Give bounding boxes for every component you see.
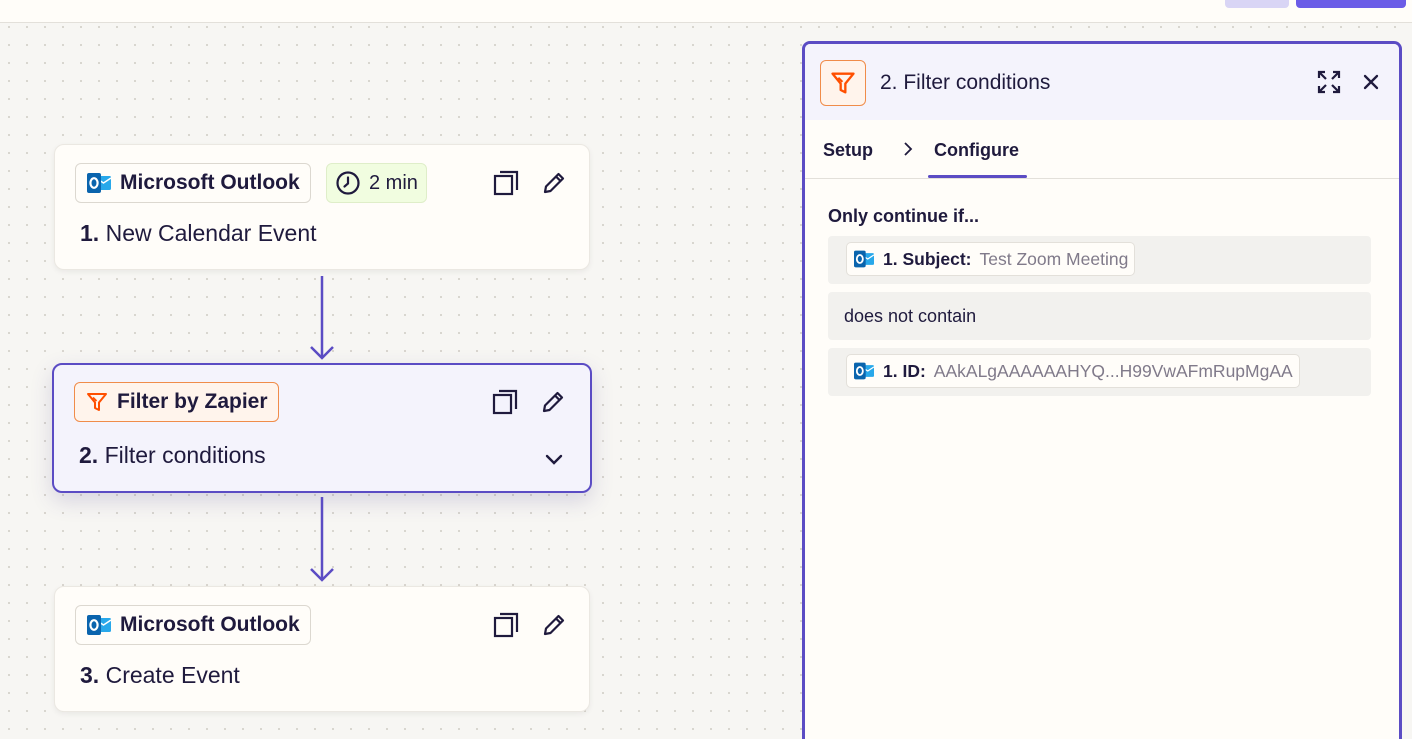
filter-icon xyxy=(831,72,855,94)
app-pill: Microsoft Outlook xyxy=(75,605,311,645)
edit-button[interactable] xyxy=(538,609,570,641)
chevron-right-icon xyxy=(904,142,913,156)
step-title: 1. New Calendar Event xyxy=(80,220,317,246)
connector-arrow xyxy=(310,276,334,360)
duplicate-button[interactable] xyxy=(490,167,522,199)
toolbar-button[interactable] xyxy=(1225,0,1289,8)
copy-icon xyxy=(493,612,519,638)
duplicate-button[interactable] xyxy=(490,609,522,641)
publish-button[interactable] xyxy=(1296,0,1406,8)
close-icon xyxy=(1363,74,1379,90)
condition-field-input[interactable]: 1. Subject: Test Zoom Meeting xyxy=(828,236,1371,284)
panel-app-icon xyxy=(820,60,866,106)
tab-configure[interactable]: Configure xyxy=(934,140,1019,161)
field-label: 1. Subject: xyxy=(883,248,972,269)
condition-value-input[interactable]: 1. ID: AAkALgAAAAAAHYQ...H99VwAFmRupMgAA xyxy=(828,348,1371,396)
step-card-2[interactable]: Filter by Zapier 2. Filter conditions xyxy=(52,363,592,493)
edit-button[interactable] xyxy=(538,167,570,199)
delay-text: 2 min xyxy=(369,171,418,194)
panel-title: 2. Filter conditions xyxy=(880,71,1051,94)
expand-panel-button[interactable] xyxy=(1313,66,1345,98)
copy-icon xyxy=(493,170,519,196)
duplicate-button[interactable] xyxy=(489,386,521,418)
step-detail-panel: 2. Filter conditions Setup Configure Onl… xyxy=(802,41,1402,739)
condition-heading: Only continue if... xyxy=(828,206,980,226)
step-card-3[interactable]: Microsoft Outlook 3. Create Event xyxy=(54,586,590,712)
chevron-down-icon xyxy=(545,454,563,465)
clock-icon xyxy=(336,171,360,195)
pencil-icon xyxy=(543,172,565,194)
filter-icon xyxy=(87,393,107,411)
outlook-icon xyxy=(87,173,112,193)
edit-button[interactable] xyxy=(537,386,569,418)
delay-badge: 2 min xyxy=(326,163,427,203)
active-tab-indicator xyxy=(928,175,1027,178)
field-token: 1. Subject: Test Zoom Meeting xyxy=(846,242,1136,276)
pencil-icon xyxy=(543,614,565,636)
condition-operator-select[interactable]: does not contain xyxy=(828,292,1371,340)
expand-icon xyxy=(1317,70,1341,94)
tab-setup[interactable]: Setup xyxy=(823,140,873,161)
value-text: AAkALgAAAAAAHYQ...H99VwAFmRupMgAA xyxy=(933,360,1293,381)
field-value: Test Zoom Meeting xyxy=(979,248,1129,269)
panel-header: 2. Filter conditions xyxy=(805,44,1399,120)
app-pill: Microsoft Outlook xyxy=(75,163,311,203)
close-panel-button[interactable] xyxy=(1355,66,1387,98)
panel-tabs: Setup Configure xyxy=(805,120,1399,179)
expand-button[interactable] xyxy=(540,445,568,473)
pencil-icon xyxy=(542,391,564,413)
connector-arrow xyxy=(310,497,334,582)
step-title: 2. Filter conditions xyxy=(79,442,266,468)
outlook-icon xyxy=(87,615,112,635)
step-card-1[interactable]: Microsoft Outlook 2 min 1. New Calendar … xyxy=(54,144,590,270)
outlook-icon xyxy=(854,362,875,380)
outlook-icon xyxy=(854,250,875,268)
top-bar xyxy=(0,0,1412,23)
app-name: Microsoft Outlook xyxy=(120,171,300,194)
copy-icon xyxy=(492,389,518,415)
app-pill: Filter by Zapier xyxy=(74,382,279,422)
step-title: 3. Create Event xyxy=(80,662,240,688)
value-label: 1. ID: xyxy=(883,360,926,381)
app-name: Filter by Zapier xyxy=(117,390,268,413)
value-token: 1. ID: AAkALgAAAAAAHYQ...H99VwAFmRupMgAA xyxy=(846,354,1300,388)
app-name: Microsoft Outlook xyxy=(120,613,300,636)
operator-value: does not contain xyxy=(844,306,977,326)
